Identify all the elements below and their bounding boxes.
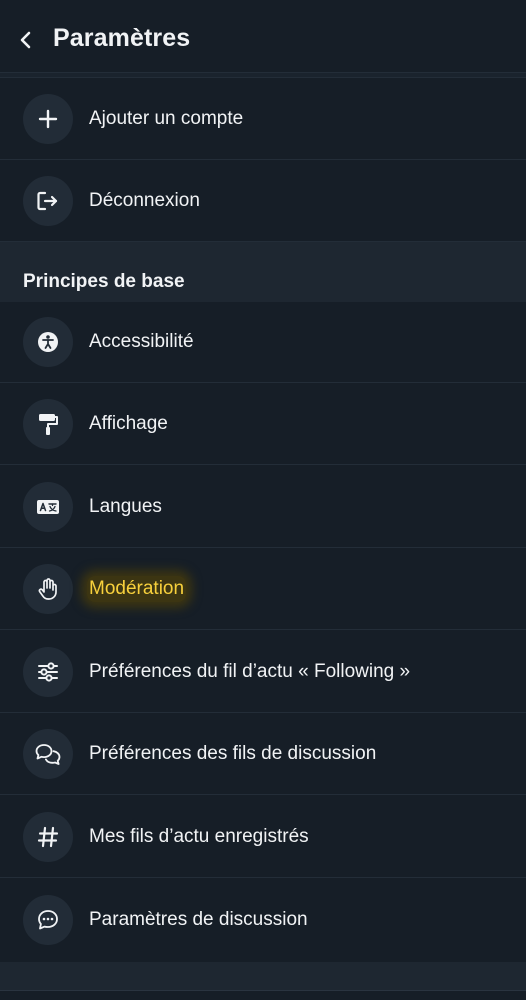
section-title-basics: Principes de base	[23, 271, 185, 292]
moderation-label: Modération	[87, 575, 187, 602]
sign-out-icon	[36, 190, 60, 212]
plus-icon	[38, 109, 58, 129]
icon-badge	[23, 398, 73, 449]
icon-badge	[23, 316, 73, 367]
icon-badge	[23, 728, 73, 779]
accessibility-icon	[37, 331, 59, 353]
chevron-left-icon	[17, 30, 35, 50]
following-feed-preferences-item[interactable]: Préférences du fil d’actu « Following »	[0, 631, 526, 713]
saved-feeds-label: Mes fils d’actu enregistrés	[89, 825, 309, 847]
top-bar: Paramètres	[0, 0, 526, 72]
chat-settings-item[interactable]: Paramètres de discussion	[0, 879, 526, 961]
icon-badge	[23, 646, 73, 697]
icon-badge	[23, 811, 73, 862]
thread-preferences-label: Préférences des fils de discussion	[89, 742, 377, 764]
sign-out-label: Déconnexion	[89, 189, 200, 211]
display-label: Affichage	[89, 412, 168, 434]
display-item[interactable]: Affichage	[0, 383, 526, 465]
page-title: Paramètres	[53, 24, 191, 52]
message-dots-icon	[37, 909, 59, 931]
language-icon	[36, 498, 60, 516]
moderation-item[interactable]: Modération	[0, 548, 526, 630]
icon-badge	[23, 175, 73, 226]
thread-preferences-item[interactable]: Préférences des fils de discussion	[0, 713, 526, 795]
accessibility-item[interactable]: Accessibilité	[0, 301, 526, 383]
languages-label: Langues	[89, 495, 162, 517]
hand-icon	[37, 577, 59, 601]
sign-out-button[interactable]: Déconnexion	[0, 160, 526, 242]
icon-badge	[23, 481, 73, 532]
section-separator-band	[0, 962, 526, 990]
icon-badge	[23, 563, 73, 614]
add-account-button[interactable]: Ajouter un compte	[0, 78, 526, 160]
chat-settings-label: Paramètres de discussion	[89, 909, 308, 930]
add-account-label: Ajouter un compte	[89, 107, 244, 129]
filter-sliders-icon	[37, 661, 59, 682]
bottom-divider	[0, 990, 526, 1000]
icon-badge	[23, 895, 73, 945]
chat-bubbles-icon	[35, 743, 61, 765]
paint-roller-icon	[37, 412, 59, 436]
saved-feeds-item[interactable]: Mes fils d’actu enregistrés	[0, 796, 526, 878]
icon-badge	[23, 93, 73, 144]
back-button[interactable]	[10, 22, 42, 58]
hashtag-icon	[37, 826, 59, 848]
accessibility-label: Accessibilité	[89, 330, 194, 352]
languages-item[interactable]: Langues	[0, 466, 526, 548]
following-feed-preferences-label: Préférences du fil d’actu « Following »	[89, 660, 411, 682]
